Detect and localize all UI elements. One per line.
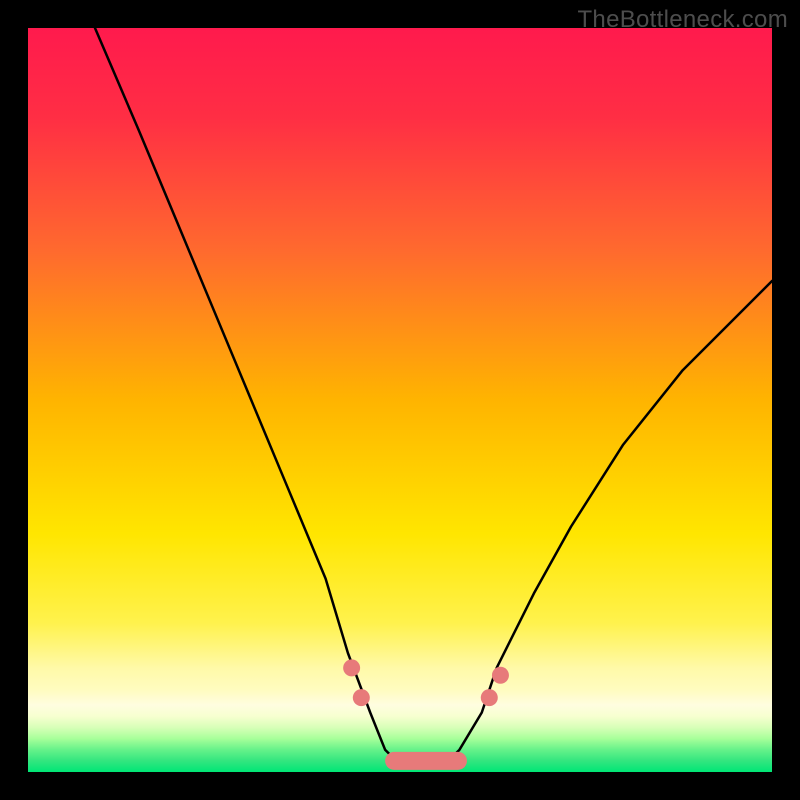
chart-svg (28, 28, 772, 772)
accent-segment-low (385, 752, 467, 770)
accent-dot-2 (353, 689, 370, 706)
watermark-text: TheBottleneck.com (577, 6, 788, 34)
accent-dot-1 (343, 659, 360, 676)
accent-dot-3 (481, 689, 498, 706)
chart-frame: TheBottleneck.com (0, 0, 800, 800)
accent-dot-4 (492, 667, 509, 684)
